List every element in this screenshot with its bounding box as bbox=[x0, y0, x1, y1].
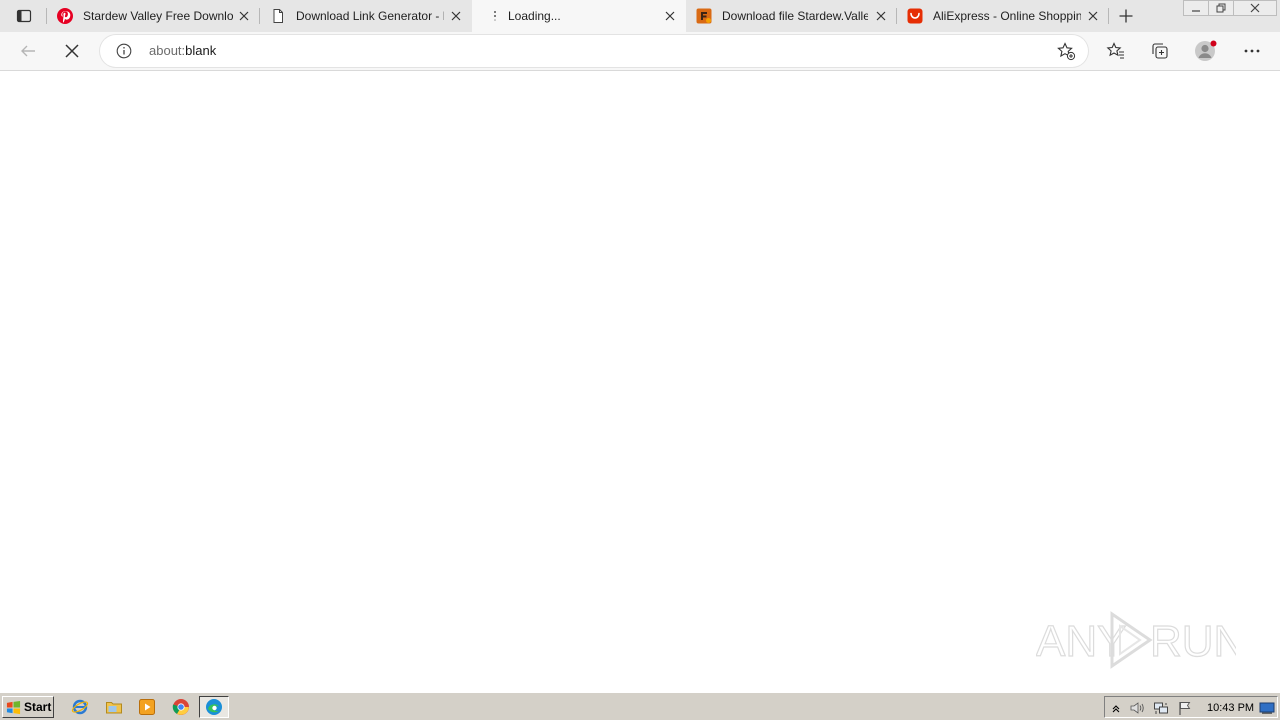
close-icon bbox=[1088, 11, 1098, 21]
show-desktop-button[interactable] bbox=[1259, 700, 1275, 716]
action-center-button[interactable] bbox=[1177, 700, 1193, 716]
page-icon bbox=[273, 9, 283, 23]
plus-icon bbox=[1119, 9, 1133, 23]
aliexpress-icon bbox=[907, 8, 923, 24]
tab-title: Stardew Valley Free Download bbox=[83, 9, 233, 23]
add-favorite-icon[interactable] bbox=[1056, 41, 1076, 61]
close-icon bbox=[1250, 3, 1260, 13]
stop-loading-button[interactable] bbox=[57, 36, 87, 66]
close-icon bbox=[239, 11, 249, 21]
loading-icon bbox=[494, 11, 496, 21]
windows-logo-icon bbox=[6, 700, 21, 714]
tab-close-button[interactable] bbox=[448, 8, 464, 24]
tab-close-button[interactable] bbox=[1085, 8, 1101, 24]
more-icon bbox=[1244, 49, 1260, 53]
tab-title: AliExpress - Online Shopping bbox=[933, 9, 1081, 23]
new-tab-button[interactable] bbox=[1114, 4, 1138, 28]
system-tray: 10:43 PM bbox=[1104, 696, 1278, 718]
minimize-button[interactable] bbox=[1183, 0, 1209, 16]
info-icon[interactable] bbox=[116, 43, 132, 59]
tab-strip: Stardew Valley Free Download Download Li… bbox=[0, 0, 1280, 32]
close-icon bbox=[876, 11, 886, 21]
taskbar: Start 10:43 PM bbox=[0, 692, 1280, 720]
start-button[interactable]: Start bbox=[2, 696, 54, 718]
watermark-text-right: RUN bbox=[1150, 617, 1236, 666]
restore-button[interactable] bbox=[1208, 0, 1234, 16]
settings-menu-button[interactable] bbox=[1237, 36, 1267, 66]
edge-icon bbox=[206, 699, 222, 715]
tab-actions-button[interactable] bbox=[8, 4, 40, 28]
media-player-icon bbox=[139, 699, 155, 715]
anyrun-watermark: ANY RUN bbox=[1036, 611, 1236, 669]
back-arrow-icon bbox=[21, 45, 35, 57]
collections-icon bbox=[1152, 43, 1168, 59]
speaker-icon bbox=[1130, 702, 1144, 714]
restore-icon bbox=[1216, 3, 1226, 13]
stop-icon bbox=[65, 44, 79, 58]
volume-button[interactable] bbox=[1129, 700, 1145, 716]
network-icon bbox=[1154, 702, 1168, 714]
tab-close-button[interactable] bbox=[236, 8, 252, 24]
address-bar[interactable]: about:blank bbox=[100, 35, 1088, 67]
browser-toolbar: about:blank bbox=[0, 32, 1280, 71]
flag-icon bbox=[1179, 702, 1191, 715]
url-scheme: about: bbox=[149, 43, 186, 58]
url-host: blank bbox=[185, 43, 217, 58]
network-button[interactable] bbox=[1153, 700, 1169, 716]
favorites-icon bbox=[1106, 42, 1124, 59]
back-button[interactable] bbox=[13, 36, 43, 66]
chrome-icon bbox=[172, 699, 189, 715]
address-text[interactable]: about:blank bbox=[149, 43, 216, 59]
file-explorer-launcher[interactable] bbox=[103, 697, 125, 717]
tab-download-file-stardew[interactable]: Download file Stardew.Valle bbox=[686, 0, 897, 32]
tab-actions-icon bbox=[16, 9, 32, 23]
tab-download-link-generator[interactable]: Download Link Generator - M bbox=[260, 0, 472, 32]
tab-aliexpress[interactable]: AliExpress - Online Shopping bbox=[897, 0, 1109, 32]
tab-title: Download file Stardew.Valle bbox=[722, 9, 868, 23]
tab-close-button[interactable] bbox=[662, 8, 678, 24]
internet-explorer-icon bbox=[71, 699, 89, 715]
tab-close-button[interactable] bbox=[873, 8, 889, 24]
pinterest-icon bbox=[57, 8, 73, 24]
file-site-icon bbox=[696, 8, 712, 24]
favorites-button[interactable] bbox=[1101, 36, 1131, 66]
tab-divider bbox=[1108, 8, 1109, 24]
minimize-icon bbox=[1192, 10, 1200, 12]
page-content bbox=[0, 71, 1280, 692]
tab-stardew-valley[interactable]: Stardew Valley Free Download bbox=[47, 0, 260, 32]
chevron-up-icon bbox=[1112, 705, 1120, 713]
tab-title: Download Link Generator - M bbox=[296, 9, 444, 23]
tab-title: Loading... bbox=[508, 9, 561, 23]
tab-loading[interactable]: Loading... bbox=[472, 0, 686, 32]
avatar-icon bbox=[1195, 40, 1217, 61]
media-player-launcher[interactable] bbox=[136, 697, 158, 717]
profile-button[interactable] bbox=[1191, 36, 1221, 66]
desktop-icon bbox=[1259, 702, 1275, 714]
taskbar-clock[interactable]: 10:43 PM bbox=[1207, 700, 1254, 716]
chrome-launcher[interactable] bbox=[170, 697, 192, 717]
collections-button[interactable] bbox=[1145, 36, 1175, 66]
internet-explorer-launcher[interactable] bbox=[69, 697, 91, 717]
start-label: Start bbox=[24, 700, 52, 714]
close-icon bbox=[451, 11, 461, 21]
edge-launcher[interactable] bbox=[199, 696, 229, 718]
close-window-button[interactable] bbox=[1233, 0, 1277, 16]
show-hidden-icons-button[interactable] bbox=[1108, 700, 1124, 716]
folder-icon bbox=[106, 702, 122, 714]
close-icon bbox=[665, 11, 675, 21]
